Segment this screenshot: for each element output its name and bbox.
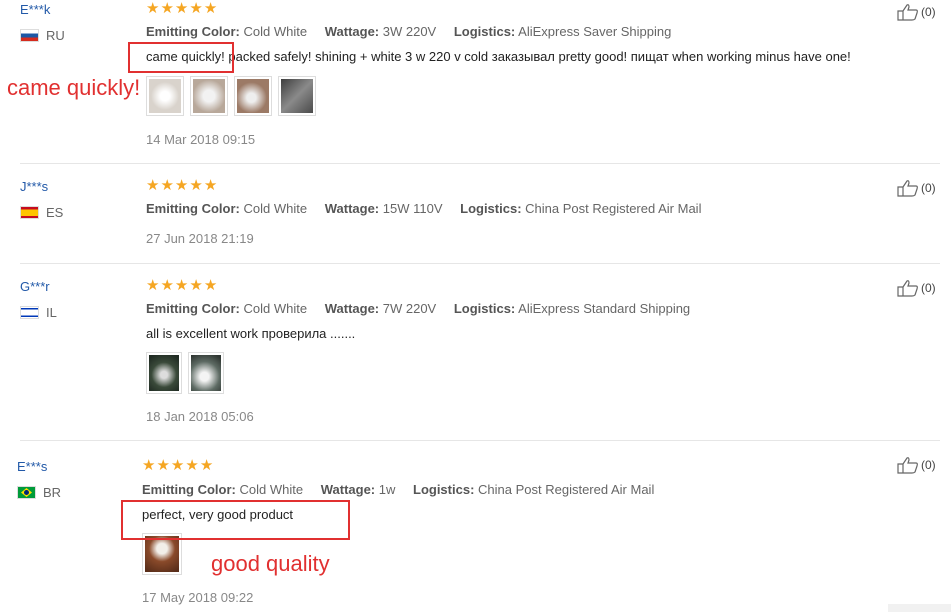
like-count: (0)	[921, 458, 936, 472]
thumbs-up-icon	[897, 180, 918, 197]
annotation-label: came quickly!	[7, 75, 141, 100]
flag-icon	[20, 29, 39, 42]
photo-thumbnails	[146, 352, 224, 394]
wattage: 3W 220V	[382, 24, 437, 39]
country-code: IL	[46, 305, 57, 320]
product-attributes: Emitting Color: Cold White Wattage: 7W 2…	[146, 301, 691, 316]
star-icon: ★	[189, 0, 203, 17]
thumbs-up-icon	[897, 4, 918, 21]
star-icon: ★	[185, 457, 199, 474]
star-rating: ★ ★ ★ ★ ★	[142, 458, 213, 473]
star-icon: ★	[170, 457, 185, 474]
highlight-box	[128, 42, 234, 73]
star-icon: ★	[146, 177, 160, 194]
reviewer-country: ES	[20, 205, 63, 220]
product-attributes: Emitting Color: Cold White Wattage: 3W 2…	[146, 24, 672, 39]
star-icon: ★	[189, 277, 203, 294]
star-icon: ★	[146, 0, 160, 17]
review-date: 14 Mar 2018 09:15	[146, 132, 256, 147]
page-corner	[888, 604, 951, 612]
emitting-color: Cold White	[243, 24, 308, 39]
product-attributes: Emitting Color: Cold White Wattage: 1w L…	[142, 482, 655, 497]
like-count: (0)	[921, 181, 936, 195]
flag-icon	[17, 486, 36, 499]
like-count: (0)	[921, 5, 936, 19]
review-text: all is excellent work проверила .......	[146, 326, 356, 341]
like-count: (0)	[921, 281, 936, 295]
flag-icon	[20, 306, 39, 319]
thumbs-up-icon	[897, 457, 918, 474]
logistics: AliExpress Standard Shipping	[518, 301, 691, 316]
product-attributes: Emitting Color: Cold White Wattage: 15W …	[146, 201, 702, 216]
emitting-color: Cold White	[243, 301, 308, 316]
star-icon: ★	[174, 277, 189, 294]
star-icon: ★	[203, 0, 218, 17]
star-icon: ★	[174, 177, 189, 194]
photo-thumbnail[interactable]	[146, 352, 182, 394]
country-code: ES	[46, 205, 64, 220]
photo-thumbnail[interactable]	[146, 76, 184, 116]
review-date: 27 Jun 2018 21:19	[146, 231, 254, 246]
star-icon: ★	[174, 0, 189, 17]
logistics: China Post Registered Air Mail	[478, 482, 655, 497]
annotation-label: good quality	[211, 551, 330, 576]
star-icon: ★	[160, 277, 174, 294]
photo-thumbnail[interactable]	[188, 352, 224, 394]
review-item: J***s ES ★ ★ ★ ★ ★ Emitting Color: Cold Whit…	[0, 164, 951, 262]
logistics: China Post Registered Air Mail	[525, 201, 702, 216]
emitting-color: Cold White	[243, 201, 308, 216]
reviewer-name[interactable]: J***s	[20, 179, 48, 194]
reviewer-country: BR	[17, 485, 61, 500]
star-icon: ★	[203, 177, 218, 194]
country-code: RU	[46, 28, 65, 43]
reviewer-name[interactable]: E***k	[20, 2, 50, 17]
star-rating: ★ ★ ★ ★ ★	[146, 278, 217, 293]
like-button[interactable]: (0)	[897, 3, 936, 21]
review-date: 18 Jan 2018 05:06	[146, 409, 254, 424]
reviewer-name[interactable]: G***r	[20, 279, 50, 294]
reviewer-country: IL	[20, 305, 57, 320]
review-item: G***r IL ★ ★ ★ ★ ★ Emitting Color: Cold Whit…	[0, 264, 951, 439]
review-item: E***k RU ★ ★ ★ ★ ★ Emitting Color: Cold Whit…	[0, 0, 951, 162]
review-date: 17 May 2018 09:22	[142, 590, 254, 605]
flag-icon	[20, 206, 39, 219]
logistics: AliExpress Saver Shipping	[518, 24, 672, 39]
photo-thumbnails	[146, 76, 316, 116]
star-icon: ★	[156, 457, 170, 474]
emitting-color: Cold White	[239, 482, 304, 497]
star-icon: ★	[189, 177, 203, 194]
thumbs-up-icon	[897, 280, 918, 297]
highlight-box	[121, 500, 350, 540]
like-button[interactable]: (0)	[897, 179, 936, 197]
star-icon: ★	[199, 457, 214, 474]
photo-thumbnail[interactable]	[190, 76, 228, 116]
star-icon: ★	[142, 457, 156, 474]
star-icon: ★	[160, 0, 174, 17]
wattage: 1w	[378, 482, 396, 497]
reviewer-country: RU	[20, 28, 65, 43]
like-button[interactable]: (0)	[897, 279, 936, 297]
wattage: 15W 110V	[382, 201, 443, 216]
star-rating: ★ ★ ★ ★ ★	[146, 178, 217, 193]
star-icon: ★	[203, 277, 218, 294]
star-rating: ★ ★ ★ ★ ★	[146, 1, 217, 16]
photo-thumbnail[interactable]	[234, 76, 272, 116]
reviewer-name[interactable]: E***s	[17, 459, 47, 474]
like-button[interactable]: (0)	[897, 456, 936, 474]
star-icon: ★	[146, 277, 160, 294]
photo-thumbnail[interactable]	[278, 76, 316, 116]
wattage: 7W 220V	[382, 301, 437, 316]
country-code: BR	[43, 485, 62, 500]
review-text: came quickly! packed safely! shining + w…	[146, 49, 851, 64]
star-icon: ★	[160, 177, 174, 194]
